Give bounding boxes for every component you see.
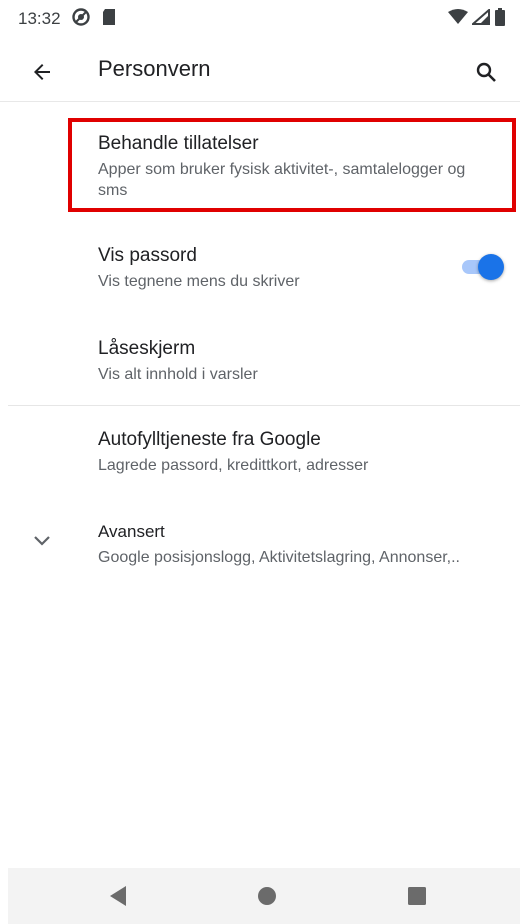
app-bar: Personvern (0, 38, 520, 102)
search-icon (476, 62, 496, 82)
pref-summary: Vis tegnene mens du skriver (98, 273, 300, 290)
pref-summary: Vis alt innhold i varsler (98, 366, 258, 383)
cell-signal-icon (470, 7, 490, 30)
pref-title: Vis passord (98, 245, 197, 266)
nav-home-button[interactable] (251, 880, 283, 912)
pref-manage-permissions[interactable]: Behandle tillatelser Apper som bruker fy… (0, 132, 520, 201)
status-bar: 13:32 (0, 0, 520, 38)
battery-icon (494, 7, 506, 31)
status-left: 13:32 (18, 7, 117, 32)
pref-title: Låseskjerm (98, 338, 196, 359)
pref-title: Behandle tillatelser (98, 133, 259, 154)
status-right (448, 7, 506, 31)
pref-show-passwords[interactable]: Vis passord Vis tegnene mens du skriver (0, 244, 520, 292)
back-arrow-icon (34, 64, 50, 80)
pref-lock-screen[interactable]: Låseskjerm Vis alt innhold i varsler (0, 337, 520, 385)
data-saver-icon (71, 7, 91, 32)
chevron-down-icon (30, 528, 54, 552)
pref-title: Autofylltjeneste fra Google (98, 429, 321, 450)
pref-autofill[interactable]: Autofylltjeneste fra Google Lagrede pass… (0, 428, 520, 476)
pref-advanced[interactable]: Avansert Google posisjonslogg, Aktivitet… (0, 520, 520, 568)
back-button[interactable] (22, 52, 62, 92)
nav-back-icon (110, 886, 126, 906)
pref-summary: Apper som bruker fysisk aktivitet-, samt… (98, 161, 466, 199)
navigation-bar (8, 868, 520, 924)
sd-card-icon (101, 8, 117, 31)
show-passwords-toggle[interactable] (460, 253, 504, 280)
pref-title: Avansert (98, 522, 165, 541)
pref-summary: Google posisjonslogg, Aktivitetslagring,… (98, 549, 460, 566)
page-title: Personvern (98, 56, 211, 81)
nav-home-icon (258, 887, 276, 905)
search-button[interactable] (466, 52, 506, 92)
nav-back-button[interactable] (102, 880, 134, 912)
section-divider (8, 405, 520, 406)
pref-summary: Lagrede passord, kredittkort, adresser (98, 457, 369, 474)
wifi-icon (448, 8, 468, 30)
toggle-thumb (478, 254, 504, 280)
nav-recents-icon (408, 887, 426, 905)
status-time: 13:32 (18, 9, 61, 28)
nav-recents-button[interactable] (401, 880, 433, 912)
